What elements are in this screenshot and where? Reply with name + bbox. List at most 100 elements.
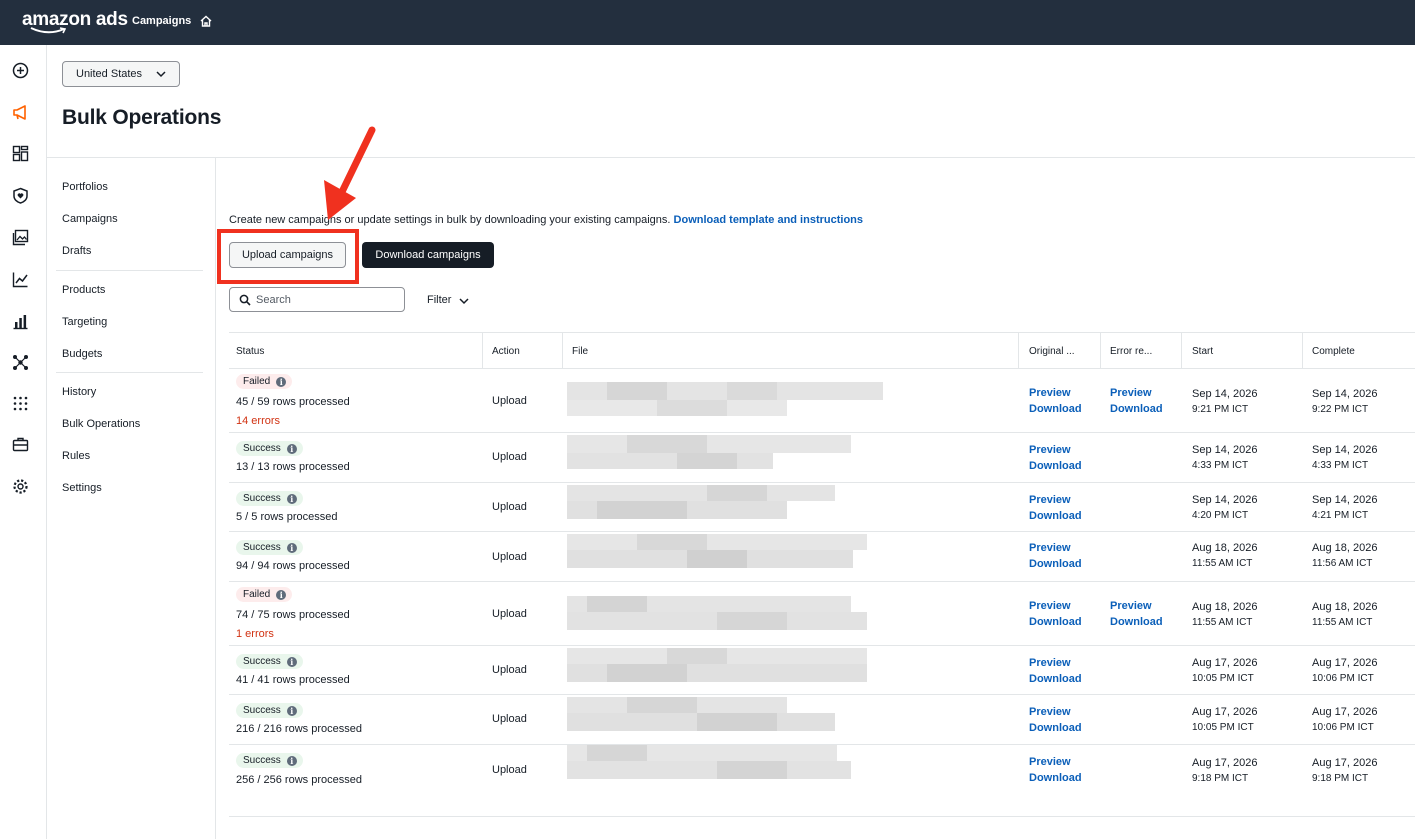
country-select[interactable]: United States (62, 61, 180, 87)
subnav-drafts[interactable]: Drafts (62, 245, 91, 257)
shield-heart-icon[interactable] (11, 186, 29, 204)
dashboard-icon[interactable] (11, 144, 29, 162)
status-label: Success (243, 542, 281, 553)
complete-date: Sep 14, 2026 (1312, 444, 1378, 456)
start-date: Aug 18, 2026 (1192, 601, 1258, 613)
error-download-link[interactable]: Download (1110, 403, 1163, 415)
nav-campaigns[interactable]: Campaigns (132, 15, 191, 27)
download-campaigns-button[interactable]: Download campaigns (362, 242, 494, 268)
header-file[interactable]: File (572, 346, 588, 357)
original-download-link[interactable]: Download (1029, 510, 1082, 522)
original-preview-link[interactable]: Preview (1029, 706, 1071, 718)
complete-time: 10:06 PM ICT (1312, 673, 1374, 684)
error-download-link[interactable]: Download (1110, 616, 1163, 628)
column-divider (1181, 333, 1182, 369)
action-value: Upload (492, 451, 527, 463)
complete-time: 4:33 PM ICT (1312, 460, 1369, 471)
column-divider (1018, 333, 1019, 369)
home-icon[interactable] (199, 14, 213, 28)
gear-icon[interactable] (11, 477, 29, 495)
download-template-link[interactable]: Download template and instructions (674, 214, 863, 226)
original-preview-link[interactable]: Preview (1029, 542, 1071, 554)
status-badge: Success i (236, 540, 303, 555)
original-preview-link[interactable]: Preview (1029, 494, 1071, 506)
start-time: 11:55 AM ICT (1192, 617, 1253, 628)
info-icon[interactable]: i (286, 542, 297, 553)
original-download-link[interactable]: Download (1029, 460, 1082, 472)
header-action[interactable]: Action (492, 346, 520, 357)
table-row: Success i 216 / 216 rows processed Upload… (229, 695, 1415, 745)
search-input[interactable]: Search (229, 287, 405, 312)
subnav-bulk-operations[interactable]: Bulk Operations (62, 418, 140, 430)
table-row: Success i 94 / 94 rows processed Upload P… (229, 532, 1415, 582)
subnav-campaigns[interactable]: Campaigns (62, 213, 118, 225)
status-label: Failed (243, 589, 271, 600)
rows-processed: 256 / 256 rows processed (236, 774, 362, 786)
header-error-report[interactable]: Error re... (1110, 346, 1152, 357)
annotation-arrow-icon (324, 126, 376, 220)
header-complete[interactable]: Complete (1312, 346, 1355, 357)
info-icon[interactable]: i (286, 656, 297, 667)
subnav-history[interactable]: History (62, 386, 96, 398)
table-row: Success i 13 / 13 rows processed Upload P… (229, 433, 1415, 483)
info-icon[interactable]: i (276, 376, 287, 387)
subnav-budgets[interactable]: Budgets (62, 348, 102, 360)
complete-time: 10:06 PM ICT (1312, 722, 1374, 733)
table-row: Failed i 45 / 59 rows processed 14 errors… (229, 369, 1415, 433)
original-download-link[interactable]: Download (1029, 616, 1082, 628)
start-time: 4:33 PM ICT (1192, 460, 1249, 471)
original-download-link[interactable]: Download (1029, 558, 1082, 570)
trend-icon[interactable] (11, 270, 29, 288)
complete-date: Aug 17, 2026 (1312, 706, 1378, 718)
original-download-link[interactable]: Download (1029, 403, 1082, 415)
header-start[interactable]: Start (1192, 346, 1213, 357)
start-time: 4:20 PM ICT (1192, 510, 1249, 521)
original-preview-link[interactable]: Preview (1029, 600, 1071, 612)
original-download-link[interactable]: Download (1029, 673, 1082, 685)
images-icon[interactable] (11, 228, 29, 246)
original-preview-link[interactable]: Preview (1029, 657, 1071, 669)
subnav-rules[interactable]: Rules (62, 450, 90, 462)
bar-chart-icon[interactable] (11, 312, 29, 330)
search-icon (239, 294, 251, 306)
network-icon[interactable] (11, 353, 29, 371)
complete-date: Sep 14, 2026 (1312, 494, 1378, 506)
header-original[interactable]: Original ... (1029, 346, 1075, 357)
page-title: Bulk Operations (62, 106, 222, 129)
subnav-portfolios[interactable]: Portfolios (62, 181, 108, 193)
original-download-link[interactable]: Download (1029, 772, 1082, 784)
briefcase-icon[interactable] (11, 435, 29, 453)
intro-description: Create new campaigns or update settings … (229, 214, 671, 226)
complete-date: Aug 17, 2026 (1312, 657, 1378, 669)
plus-circle-icon[interactable] (11, 61, 29, 79)
grid-dots-icon[interactable] (11, 394, 29, 412)
subnav-separator (56, 372, 203, 373)
rows-processed: 45 / 59 rows processed (236, 396, 350, 408)
header-status[interactable]: Status (236, 346, 264, 357)
redacted-file-name (567, 648, 907, 684)
info-icon[interactable]: i (276, 589, 287, 600)
original-preview-link[interactable]: Preview (1029, 387, 1071, 399)
complete-time: 9:22 PM ICT (1312, 404, 1369, 415)
subnav-settings[interactable]: Settings (62, 482, 102, 494)
rows-processed: 5 / 5 rows processed (236, 511, 338, 523)
info-icon[interactable]: i (286, 443, 297, 454)
info-icon[interactable]: i (286, 705, 297, 716)
action-value: Upload (492, 713, 527, 725)
original-download-link[interactable]: Download (1029, 722, 1082, 734)
subnav-targeting[interactable]: Targeting (62, 316, 107, 328)
info-icon[interactable]: i (286, 755, 297, 766)
subnav-products[interactable]: Products (62, 284, 105, 296)
status-badge: Success i (236, 491, 303, 506)
info-icon[interactable]: i (286, 493, 297, 504)
table-row: Success i 41 / 41 rows processed Upload P… (229, 646, 1415, 695)
filter-dropdown[interactable]: Filter (427, 294, 469, 306)
start-date: Aug 17, 2026 (1192, 757, 1258, 769)
error-preview-link[interactable]: Preview (1110, 600, 1152, 612)
error-preview-link[interactable]: Preview (1110, 387, 1152, 399)
original-preview-link[interactable]: Preview (1029, 444, 1071, 456)
complete-time: 11:55 AM ICT (1312, 617, 1373, 628)
start-date: Sep 14, 2026 (1192, 388, 1258, 400)
megaphone-icon[interactable] (11, 103, 29, 121)
original-preview-link[interactable]: Preview (1029, 756, 1071, 768)
